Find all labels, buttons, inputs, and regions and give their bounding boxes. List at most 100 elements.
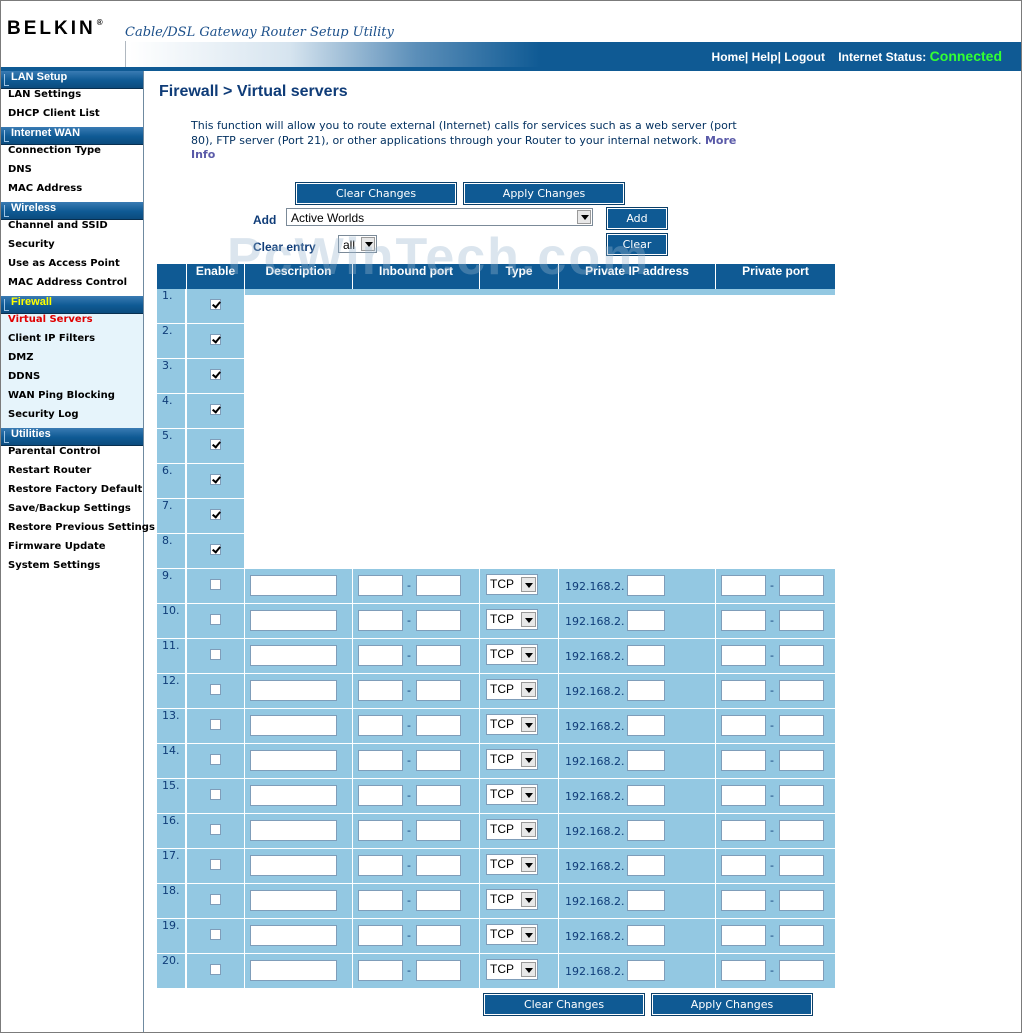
inbound-port-end-input[interactable] [416,610,461,631]
description-input[interactable] [250,680,337,701]
protocol-type-select[interactable]: TCP [486,959,538,980]
private-ip-last-octet-input[interactable] [627,750,665,771]
description-input[interactable] [250,855,337,876]
private-port-start-input[interactable] [721,855,766,876]
protocol-type-select[interactable]: TCP [486,784,538,805]
sidebar-item-firmware-update[interactable]: Firmware Update [1,541,143,560]
sidebar-item-virtual-servers[interactable]: Virtual Servers [1,314,143,333]
sidebar-heading-utilities[interactable]: Utilities [1,428,143,446]
inbound-port-start-input[interactable] [358,820,403,841]
sidebar-item-wan-ping-blocking[interactable]: WAN Ping Blocking [1,390,143,409]
sidebar-heading-wireless[interactable]: Wireless [1,202,143,220]
private-port-start-input[interactable] [721,820,766,841]
inbound-port-start-input[interactable] [358,680,403,701]
private-port-start-input[interactable] [721,785,766,806]
private-port-start-input[interactable] [721,890,766,911]
enable-checkbox[interactable] [210,754,221,765]
inbound-port-end-input[interactable] [416,750,461,771]
private-port-end-input[interactable] [779,890,824,911]
private-port-end-input[interactable] [779,645,824,666]
sidebar-item-restore-factory-default[interactable]: Restore Factory Default [1,484,143,503]
inbound-port-end-input[interactable] [416,890,461,911]
inbound-port-start-input[interactable] [358,715,403,736]
inbound-port-start-input[interactable] [358,960,403,981]
sidebar-item-dhcp-client-list[interactable]: DHCP Client List [1,108,143,127]
add-service-select[interactable]: Active Worlds [286,208,593,226]
sidebar-item-connection-type[interactable]: Connection Type [1,145,143,164]
private-ip-last-octet-input[interactable] [627,575,665,596]
protocol-type-select[interactable]: TCP [486,819,538,840]
private-port-start-input[interactable] [721,680,766,701]
protocol-type-select[interactable]: TCP [486,854,538,875]
apply-changes-button[interactable]: Apply Changes [463,182,625,205]
apply-changes-button-bottom[interactable]: Apply Changes [651,993,813,1016]
private-ip-last-octet-input[interactable] [627,855,665,876]
private-port-start-input[interactable] [721,715,766,736]
sidebar-item-dns[interactable]: DNS [1,164,143,183]
help-link[interactable]: Help [752,50,778,64]
enable-checkbox[interactable] [210,684,221,695]
enable-checkbox[interactable] [210,439,221,450]
inbound-port-start-input[interactable] [358,575,403,596]
logout-link[interactable]: Logout [784,50,825,64]
description-input[interactable] [250,610,337,631]
inbound-port-start-input[interactable] [358,610,403,631]
description-input[interactable] [250,820,337,841]
protocol-type-select[interactable]: TCP [486,749,538,770]
inbound-port-end-input[interactable] [416,820,461,841]
sidebar-item-restart-router[interactable]: Restart Router [1,465,143,484]
enable-checkbox[interactable] [210,369,221,380]
sidebar-item-mac-address[interactable]: MAC Address [1,183,143,202]
sidebar-item-restore-previous-settings[interactable]: Restore Previous Settings [1,522,155,541]
private-ip-last-octet-input[interactable] [627,610,665,631]
sidebar-item-security[interactable]: Security [1,239,143,258]
enable-checkbox[interactable] [210,474,221,485]
sidebar-item-security-log[interactable]: Security Log [1,409,143,428]
description-input[interactable] [250,750,337,771]
sidebar-item-ddns[interactable]: DDNS [1,371,143,390]
inbound-port-start-input[interactable] [358,785,403,806]
inbound-port-end-input[interactable] [416,715,461,736]
private-ip-last-octet-input[interactable] [627,890,665,911]
inbound-port-start-input[interactable] [358,925,403,946]
description-input[interactable] [250,645,337,666]
private-port-start-input[interactable] [721,750,766,771]
private-port-end-input[interactable] [779,575,824,596]
private-ip-last-octet-input[interactable] [627,645,665,666]
description-input[interactable] [250,960,337,981]
description-input[interactable] [250,715,337,736]
private-ip-last-octet-input[interactable] [627,715,665,736]
inbound-port-start-input[interactable] [358,750,403,771]
enable-checkbox[interactable] [210,544,221,555]
protocol-type-select[interactable]: TCP [486,609,538,630]
sidebar-heading-internet-wan[interactable]: Internet WAN [1,127,143,145]
private-port-start-input[interactable] [721,925,766,946]
private-port-end-input[interactable] [779,715,824,736]
sidebar-item-parental-control[interactable]: Parental Control [1,446,143,465]
private-ip-last-octet-input[interactable] [627,785,665,806]
private-port-end-input[interactable] [779,750,824,771]
add-button[interactable]: Add [606,207,668,230]
description-input[interactable] [250,890,337,911]
enable-checkbox[interactable] [210,719,221,730]
sidebar-item-channel-and-ssid[interactable]: Channel and SSID [1,220,143,239]
enable-checkbox[interactable] [210,649,221,660]
enable-checkbox[interactable] [210,614,221,625]
home-link[interactable]: Home [712,50,745,64]
inbound-port-end-input[interactable] [416,680,461,701]
private-port-end-input[interactable] [779,610,824,631]
description-input[interactable] [250,575,337,596]
protocol-type-select[interactable]: TCP [486,924,538,945]
enable-checkbox[interactable] [210,404,221,415]
inbound-port-end-input[interactable] [416,960,461,981]
inbound-port-end-input[interactable] [416,855,461,876]
protocol-type-select[interactable]: TCP [486,714,538,735]
private-port-end-input[interactable] [779,960,824,981]
private-ip-last-octet-input[interactable] [627,680,665,701]
enable-checkbox[interactable] [210,929,221,940]
private-port-start-input[interactable] [721,575,766,596]
inbound-port-end-input[interactable] [416,925,461,946]
inbound-port-start-input[interactable] [358,855,403,876]
inbound-port-end-input[interactable] [416,645,461,666]
sidebar-item-use-as-access-point[interactable]: Use as Access Point [1,258,143,277]
